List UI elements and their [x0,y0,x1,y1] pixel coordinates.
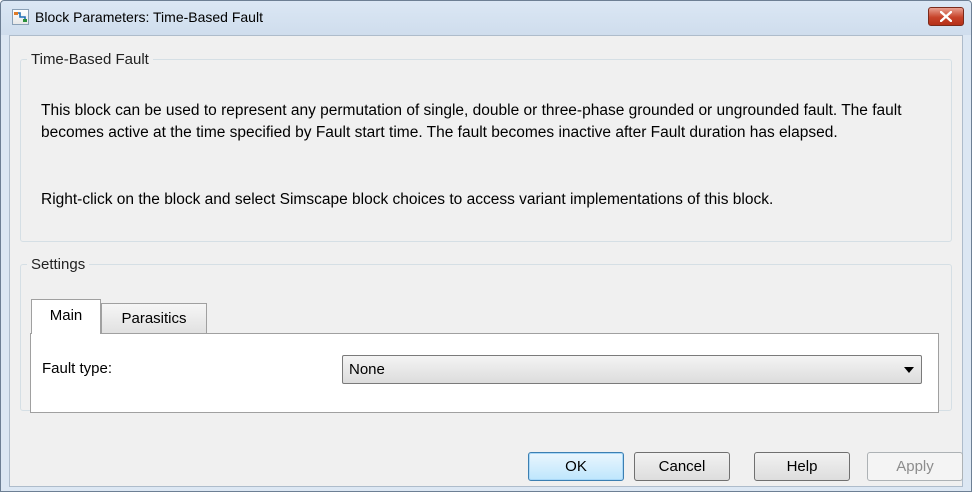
title-bar[interactable]: Block Parameters: Time-Based Fault [1,1,971,35]
dropdown-arrow-icon [904,367,914,373]
close-button[interactable] [928,7,964,26]
fault-type-label: Fault type: [42,360,113,377]
tab-parasitics[interactable]: Parasitics [101,303,207,334]
dialog-window: Block Parameters: Time-Based Fault Time-… [0,0,972,492]
fault-type-dropdown[interactable]: None [342,355,922,384]
block-description: This block can be used to represent any … [41,102,902,141]
window-title: Block Parameters: Time-Based Fault [35,9,263,25]
dialog-body: Time-Based Fault This block can be used … [9,35,963,487]
description-group: Time-Based Fault This block can be used … [20,51,952,242]
settings-group-title: Settings [31,256,86,273]
description-group-title: Time-Based Fault [31,51,149,68]
simulink-block-icon [12,9,29,25]
fault-type-value: None [349,361,385,378]
tab-main[interactable]: Main [31,299,101,334]
main-tab-panel: Fault type: None [30,333,939,413]
settings-group: Settings Main Parasitics Fault type: Non… [20,256,952,413]
help-button[interactable]: Help [754,452,850,481]
block-variant-hint: Right-click on the block and select Sims… [41,191,774,208]
ok-button[interactable]: OK [528,452,624,481]
cancel-button[interactable]: Cancel [634,452,730,481]
settings-tabs: Main Parasitics Fault type: None [30,299,950,419]
apply-button[interactable]: Apply [867,452,963,481]
close-icon [940,11,952,22]
